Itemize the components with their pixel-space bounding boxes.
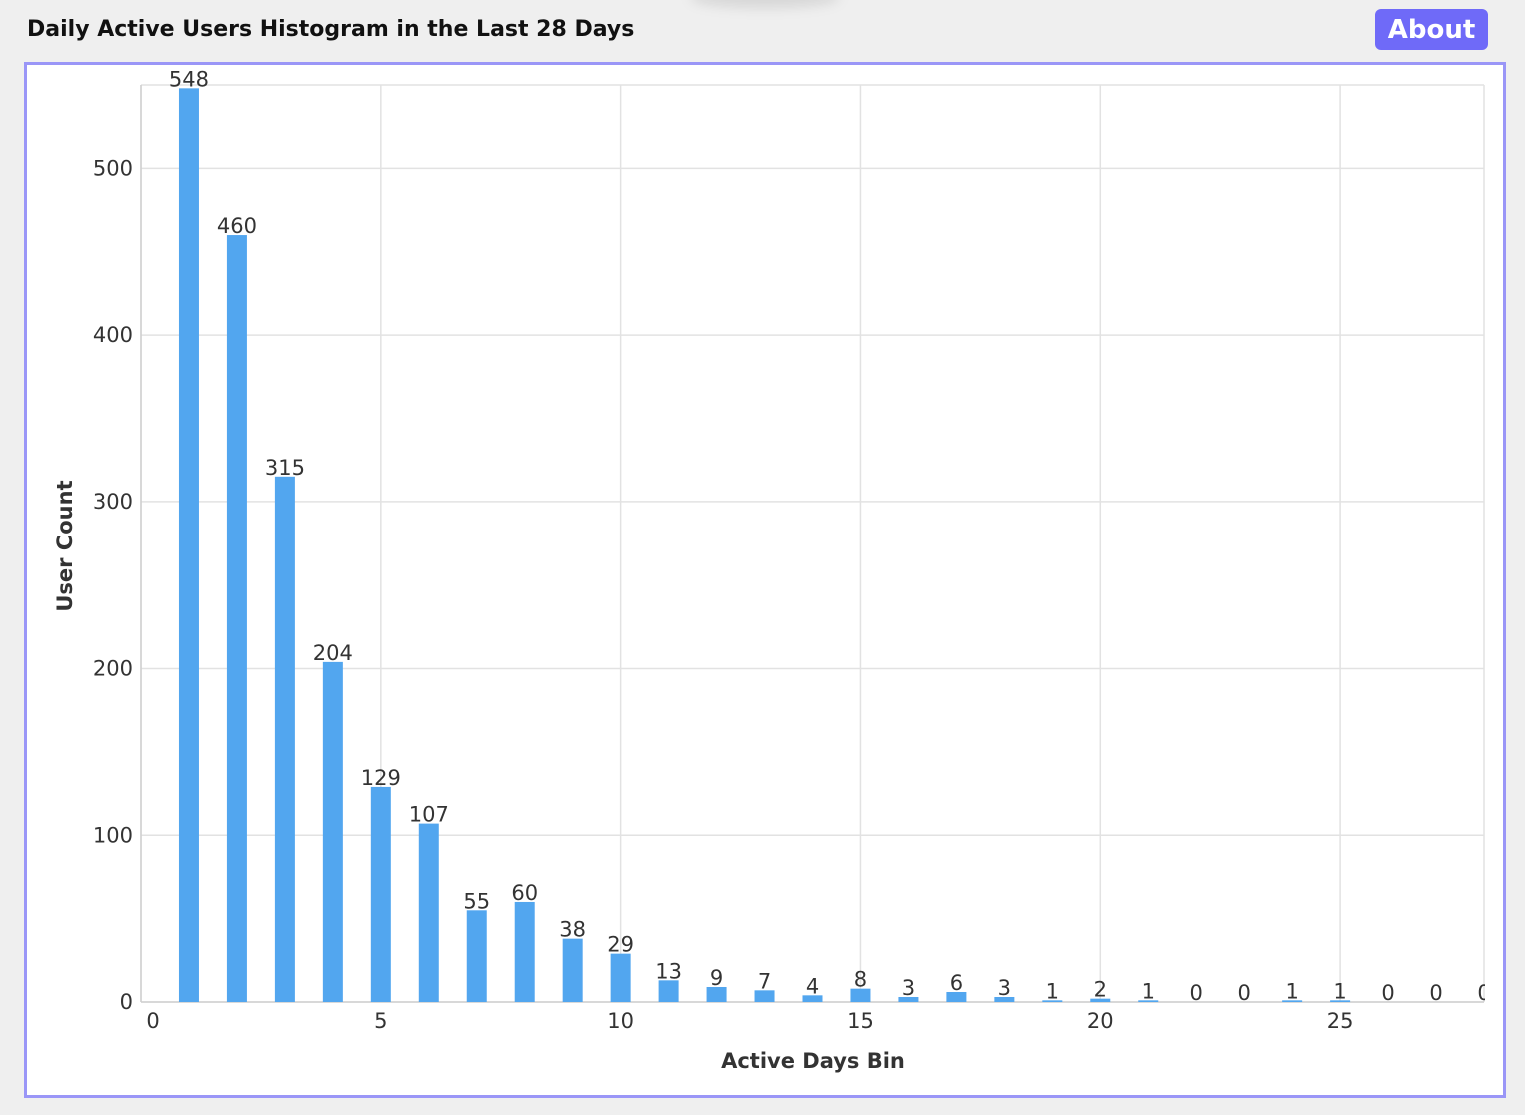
bar (514, 901, 535, 1002)
x-tick-label: 0 (146, 1009, 159, 1033)
data-label: 0 (1429, 981, 1442, 1005)
data-label: 2 (1094, 978, 1107, 1002)
histogram-chart: 54846031520412910755 60382913 9 7 4 8 3 6 3 1 2 1 0 0… (53, 67, 1490, 1073)
bar (658, 980, 679, 1002)
data-label: 60 (511, 881, 538, 905)
data-label: 3 (902, 976, 915, 1000)
bar (274, 476, 295, 1002)
data-label: 3 (998, 976, 1011, 1000)
bar (610, 953, 631, 1002)
data-label: 38 (559, 918, 586, 942)
data-label: 548 (169, 67, 209, 91)
data-label: 1 (1333, 979, 1346, 1003)
data-label: 7 (758, 969, 771, 993)
data-label: 107 (409, 803, 449, 827)
bar (418, 823, 439, 1002)
bar (178, 88, 199, 1003)
x-tick-label: 25 (1327, 1009, 1354, 1033)
data-label: 1 (1046, 979, 1059, 1003)
data-label: 6 (950, 971, 963, 995)
data-label: 55 (463, 889, 490, 913)
about-button[interactable]: About (1375, 9, 1488, 50)
data-label: 9 (710, 966, 723, 990)
data-label: 0 (1381, 981, 1394, 1005)
bar (466, 910, 487, 1002)
data-label: 29 (607, 933, 634, 957)
bar (226, 235, 247, 1002)
chart-container: 548 460 315 204 129 107 55 60 38 29 13 9 7 4 8 3 6 3 1 2 1 0 0… (24, 62, 1506, 1098)
y-tick-label: 300 (93, 490, 133, 514)
data-label: 0 (1237, 981, 1250, 1005)
bars (178, 88, 1351, 1003)
data-label: 0 (1190, 981, 1203, 1005)
data-label: 0 (1477, 981, 1490, 1005)
data-label: 4 (806, 974, 819, 998)
data-label: 13 (655, 959, 682, 983)
y-axis-title: User Count (53, 480, 77, 611)
x-tick-label: 15 (847, 1009, 874, 1033)
x-tick-label: 10 (607, 1009, 634, 1033)
bar (322, 661, 343, 1002)
y-tick-label: 100 (93, 823, 133, 847)
window-shadow (690, 0, 840, 8)
data-label: 315 (265, 456, 305, 480)
x-tick-label: 5 (374, 1009, 387, 1033)
y-tick-label: 0 (120, 990, 133, 1014)
data-label: 1 (1142, 979, 1155, 1003)
y-tick-label: 200 (93, 657, 133, 681)
data-label: 204 (313, 641, 353, 665)
data-label: 8 (854, 968, 867, 992)
bar (370, 786, 391, 1002)
page-title: Daily Active Users Histogram in the Last… (27, 17, 635, 42)
data-label: 460 (217, 214, 257, 238)
y-tick-label: 400 (93, 323, 133, 347)
data-label: 129 (361, 766, 401, 790)
y-tick-label: 500 (93, 156, 133, 180)
x-tick-label: 20 (1087, 1009, 1114, 1033)
data-label: 1 (1285, 979, 1298, 1003)
bar (562, 938, 583, 1002)
data-labels: 548 460 315 204 129 107 55 60 38 29 13 9 7 4 8 3 6 3 1 2 1 0 0… (169, 67, 1490, 1005)
x-axis-title: Active Days Bin (721, 1049, 905, 1073)
